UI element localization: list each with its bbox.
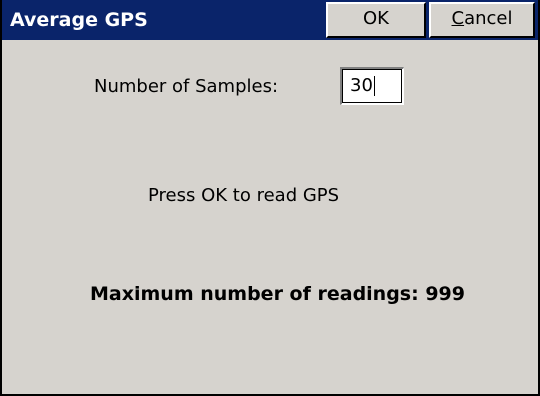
maximum-readings-text: Maximum number of readings: 999 [90,283,465,305]
press-ok-instruction: Press OK to read GPS [148,185,340,206]
ok-button[interactable]: OK [326,2,426,38]
number-of-samples-value: 30 [350,75,373,96]
number-of-samples-label: Number of Samples: [94,76,279,97]
dialog-title: Average GPS [10,9,148,31]
cancel-button[interactable]: Cancel [429,2,535,38]
average-gps-dialog: Average GPS OK Cancel Number of Samples:… [0,0,540,396]
cancel-button-label: Cancel [451,8,513,29]
ok-button-label: OK [363,8,389,29]
number-of-samples-input[interactable]: 30 [340,67,404,105]
text-caret [373,76,375,96]
title-bar: Average GPS OK Cancel [2,0,538,40]
